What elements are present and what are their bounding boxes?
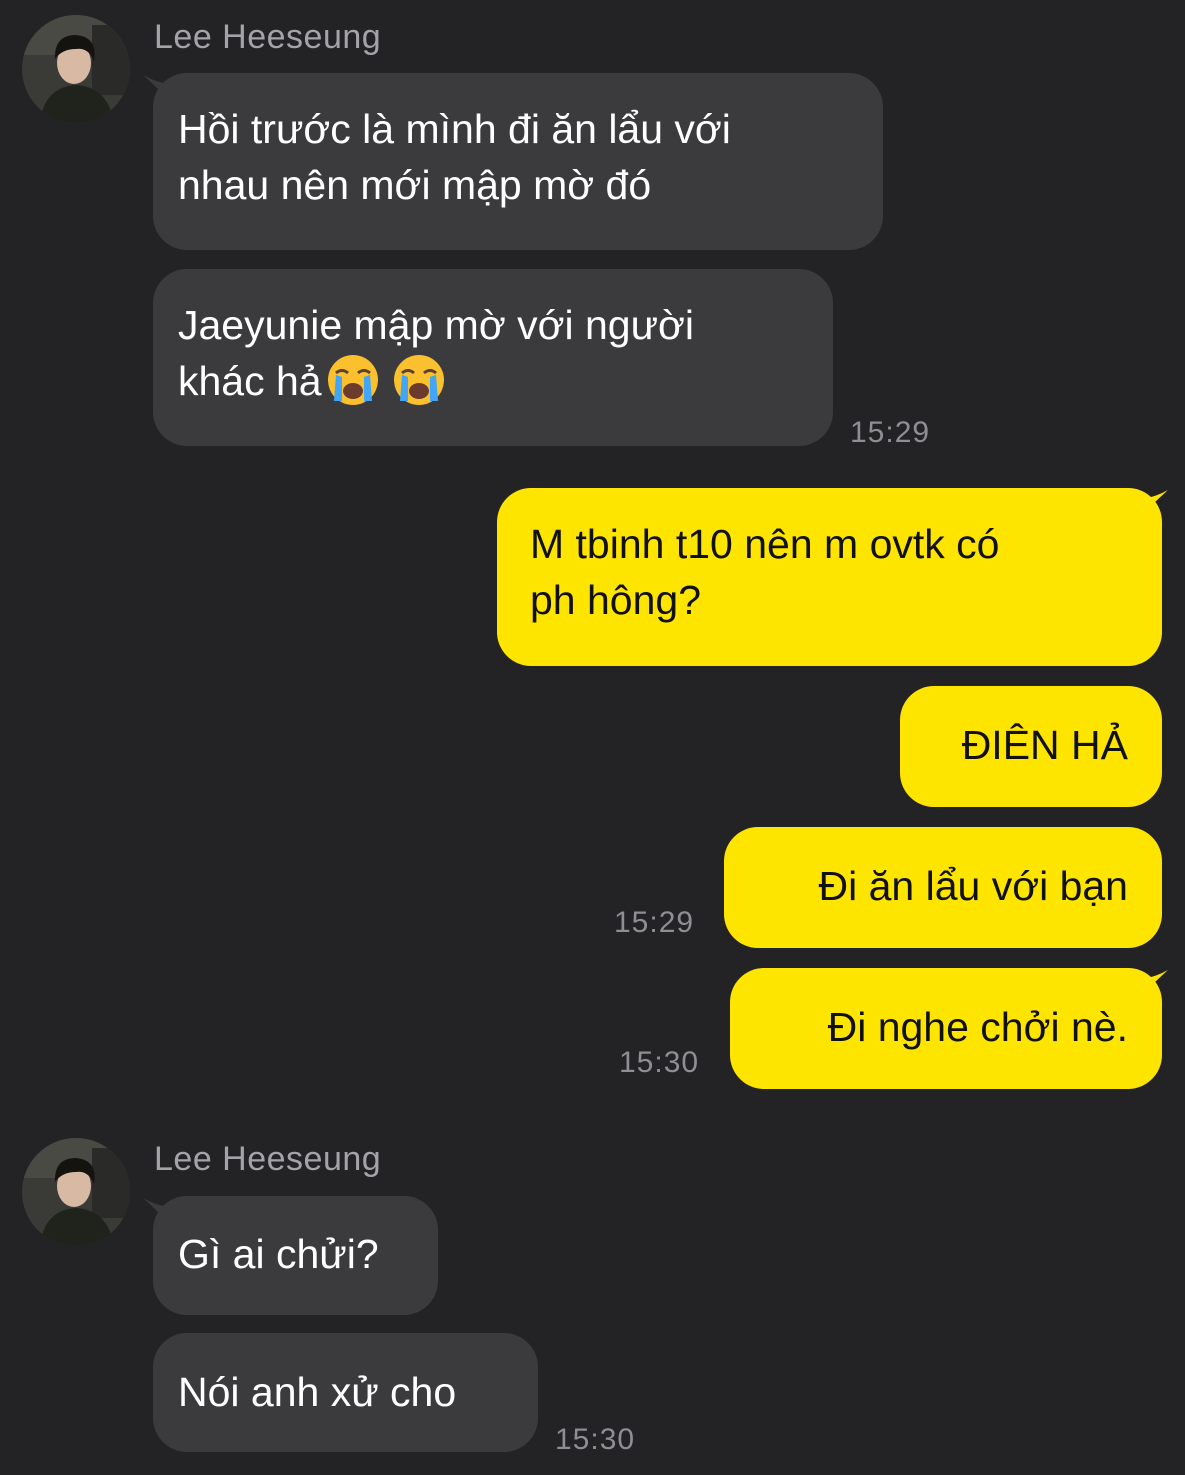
message-timestamp: 15:29	[850, 416, 931, 449]
message-text: ĐIÊN HẢ	[961, 722, 1128, 768]
crying-face-icon	[326, 353, 380, 407]
sender-name: Lee Heeseung	[154, 18, 382, 56]
sender-avatar[interactable]	[22, 1138, 130, 1246]
message-text: Đi nghe chởi nè.	[827, 1004, 1128, 1050]
incoming-message[interactable]: Hồi trước là mình đi ăn lẩu với nhau nên…	[153, 73, 883, 250]
message-line: Hồi trước là mình đi ăn lẩu với	[178, 106, 731, 152]
outgoing-message[interactable]: ĐIÊN HẢ	[900, 686, 1162, 807]
message-timestamp: 15:30	[619, 1046, 700, 1079]
message-line: M tbinh t10 nên m ovtk có	[530, 521, 1000, 567]
incoming-message[interactable]: Nói anh xử cho	[153, 1333, 538, 1452]
message-line: nhau nên mới mập mờ đó	[178, 162, 652, 208]
message-timestamp: 15:30	[555, 1423, 636, 1456]
crying-face-icon	[392, 353, 446, 407]
message-line: khác hả	[178, 358, 322, 404]
sender-name: Lee Heeseung	[154, 1140, 382, 1178]
message-timestamp: 15:29	[614, 906, 695, 939]
message-text: Đi ăn lẩu với bạn	[818, 863, 1128, 909]
incoming-message[interactable]: Jaeyunie mập mờ với người khác hả	[153, 269, 833, 446]
incoming-message[interactable]: Gì ai chửi?	[153, 1196, 438, 1315]
sender-avatar[interactable]	[22, 15, 130, 123]
outgoing-message[interactable]: Đi ăn lẩu với bạn	[724, 827, 1162, 948]
outgoing-message[interactable]: M tbinh t10 nên m ovtk có ph hông?	[497, 488, 1162, 666]
message-line: Jaeyunie mập mờ với người	[178, 302, 695, 348]
message-text: Gì ai chửi?	[178, 1231, 379, 1277]
outgoing-message[interactable]: Đi nghe chởi nè.	[730, 968, 1162, 1089]
message-line: ph hông?	[530, 577, 702, 623]
message-text: Nói anh xử cho	[178, 1369, 457, 1415]
